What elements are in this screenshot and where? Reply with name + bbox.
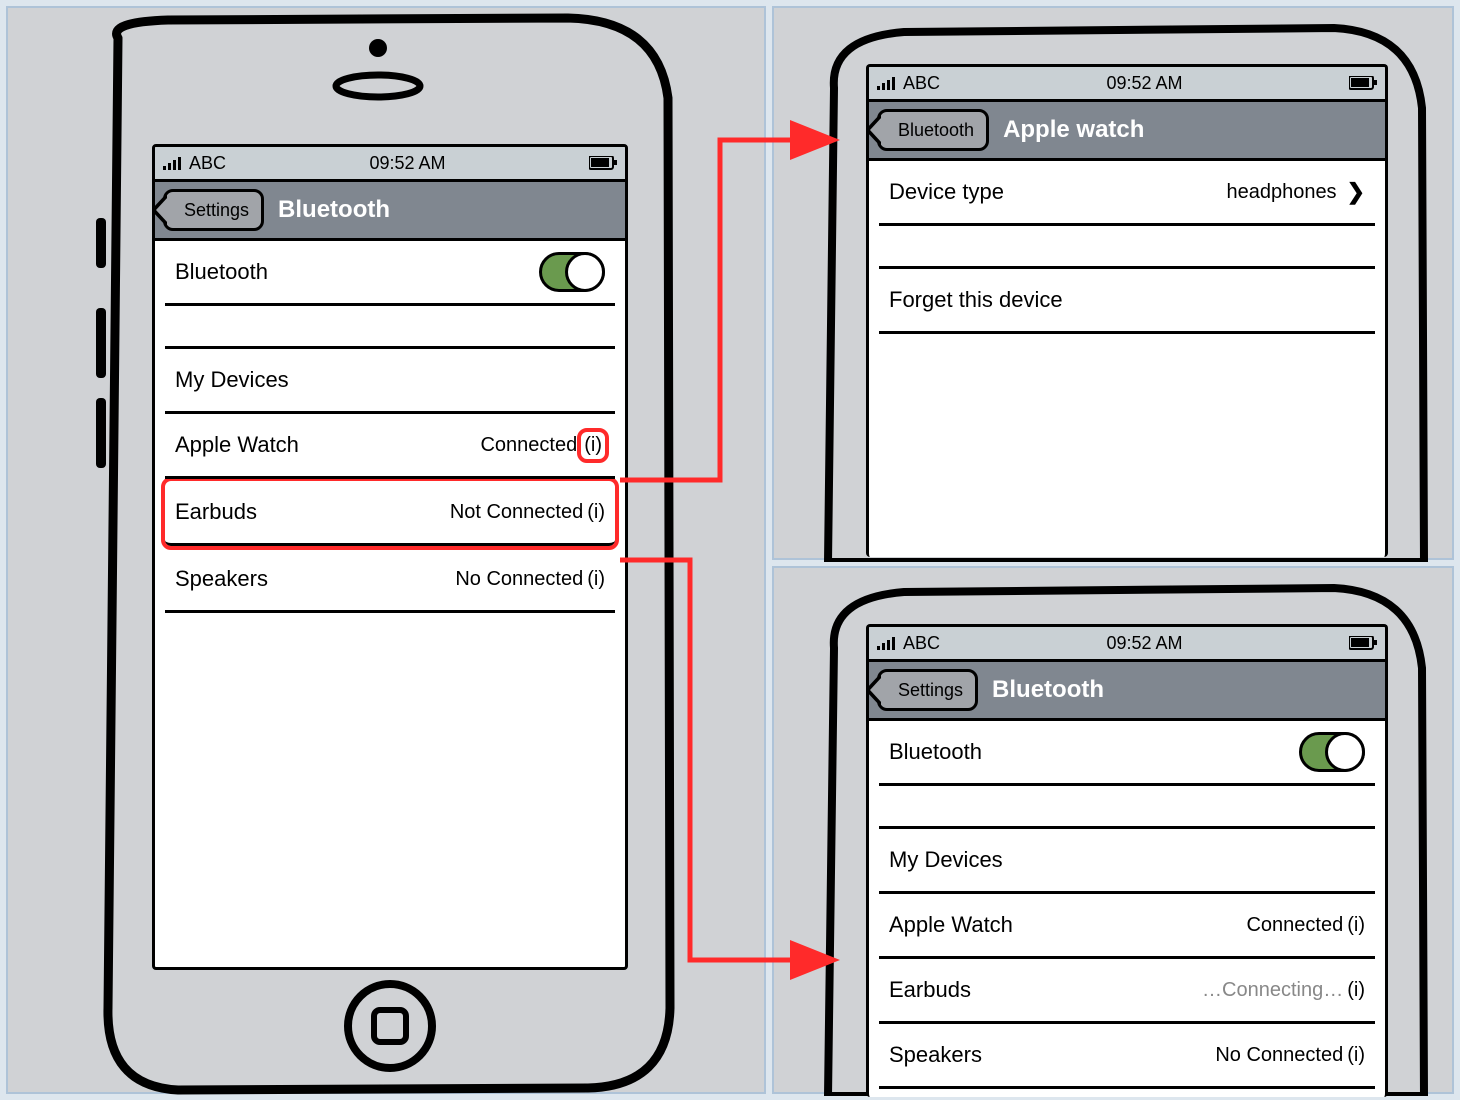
spacer-row — [165, 306, 615, 349]
carrier-label: ABC — [189, 153, 226, 174]
signal-icon — [877, 636, 899, 650]
signal-icon — [877, 76, 899, 90]
bluetooth-toggle-label: Bluetooth — [175, 259, 268, 285]
device-status: Connected — [480, 434, 577, 457]
section-header-my-devices: My Devices — [165, 349, 615, 414]
spacer-row — [879, 226, 1375, 269]
page-title: Apple watch — [1003, 116, 1144, 144]
section-header-my-devices: My Devices — [879, 829, 1375, 894]
panel-main-phone: ABC 09:52 AM Settings Bluetooth Bluetoot… — [6, 6, 766, 1094]
device-row-earbuds[interactable]: Earbuds …Connecting… (i) — [879, 959, 1375, 1024]
back-label: Settings — [898, 680, 963, 701]
section-label: My Devices — [175, 367, 289, 393]
info-icon[interactable]: (i) — [581, 432, 605, 459]
device-name: Earbuds — [889, 977, 971, 1003]
clock-label: 09:52 AM — [1106, 73, 1182, 94]
nav-header: Bluetooth Apple watch — [869, 102, 1385, 161]
clock-label: 09:52 AM — [369, 153, 445, 174]
back-label: Bluetooth — [898, 120, 974, 141]
forget-label: Forget this device — [889, 287, 1063, 313]
page-title: Bluetooth — [992, 676, 1104, 704]
device-name: Apple Watch — [889, 912, 1013, 938]
device-row-speakers[interactable]: Speakers No Connected (i) — [165, 548, 615, 613]
device-type-label: Device type — [889, 179, 1004, 205]
device-name: Speakers — [889, 1042, 982, 1068]
back-label: Settings — [184, 200, 249, 221]
device-status: Not Connected — [450, 501, 583, 524]
bluetooth-toggle[interactable] — [539, 252, 605, 292]
device-row-apple-watch[interactable]: Apple Watch Connected (i) — [165, 414, 615, 479]
clock-label: 09:52 AM — [1106, 633, 1182, 654]
info-icon[interactable]: (i) — [587, 501, 605, 524]
info-icon[interactable]: (i) — [1347, 1044, 1365, 1067]
device-type-value: headphones — [1226, 181, 1336, 204]
device-row-speakers[interactable]: Speakers No Connected (i) — [879, 1024, 1375, 1089]
info-icon[interactable]: (i) — [587, 568, 605, 591]
bluetooth-toggle-row: Bluetooth — [165, 241, 615, 306]
battery-icon — [589, 156, 617, 170]
spacer-row — [879, 786, 1375, 829]
battery-icon — [1349, 636, 1377, 650]
battery-icon — [1349, 76, 1377, 90]
device-name: Apple Watch — [175, 432, 299, 458]
nav-header: Settings Bluetooth — [155, 182, 625, 241]
panel-connecting-state: ABC 09:52 AM Settings Bluetooth Bluetoot… — [772, 566, 1454, 1094]
section-label: My Devices — [889, 847, 1003, 873]
status-bar: ABC 09:52 AM — [155, 147, 625, 182]
nav-header: Settings Bluetooth — [869, 662, 1385, 721]
page-title: Bluetooth — [278, 196, 390, 224]
back-button-bluetooth[interactable]: Bluetooth — [877, 109, 989, 151]
back-button-settings[interactable]: Settings — [877, 669, 978, 711]
status-bar: ABC 09:52 AM — [869, 67, 1385, 102]
info-icon[interactable]: (i) — [1347, 979, 1365, 1002]
device-status: No Connected — [1215, 1044, 1343, 1067]
device-status: Connected — [1246, 914, 1343, 937]
device-row-apple-watch[interactable]: Apple Watch Connected (i) — [879, 894, 1375, 959]
bluetooth-toggle-row: Bluetooth — [879, 721, 1375, 786]
device-name: Speakers — [175, 566, 268, 592]
chevron-right-icon: ❯ — [1347, 179, 1365, 205]
status-bar: ABC 09:52 AM — [869, 627, 1385, 662]
device-status: No Connected — [455, 568, 583, 591]
forget-device-row[interactable]: Forget this device — [879, 269, 1375, 334]
screen-device-detail: ABC 09:52 AM Bluetooth Apple watch Devic… — [866, 64, 1388, 557]
screen-bluetooth-list: ABC 09:52 AM Settings Bluetooth Bluetoot… — [152, 144, 628, 970]
bluetooth-toggle-label: Bluetooth — [889, 739, 982, 765]
carrier-label: ABC — [903, 633, 940, 654]
panel-device-detail: ABC 09:52 AM Bluetooth Apple watch Devic… — [772, 6, 1454, 560]
carrier-label: ABC — [903, 73, 940, 94]
device-row-earbuds[interactable]: Earbuds Not Connected (i) — [165, 481, 615, 546]
device-status: …Connecting… — [1202, 979, 1343, 1002]
info-icon[interactable]: (i) — [1347, 914, 1365, 937]
device-name: Earbuds — [175, 499, 257, 525]
signal-icon — [163, 156, 185, 170]
back-button-settings[interactable]: Settings — [163, 189, 264, 231]
bluetooth-toggle[interactable] — [1299, 732, 1365, 772]
screen-bluetooth-connecting: ABC 09:52 AM Settings Bluetooth Bluetoot… — [866, 624, 1388, 1097]
device-type-row[interactable]: Device type headphones ❯ — [879, 161, 1375, 226]
